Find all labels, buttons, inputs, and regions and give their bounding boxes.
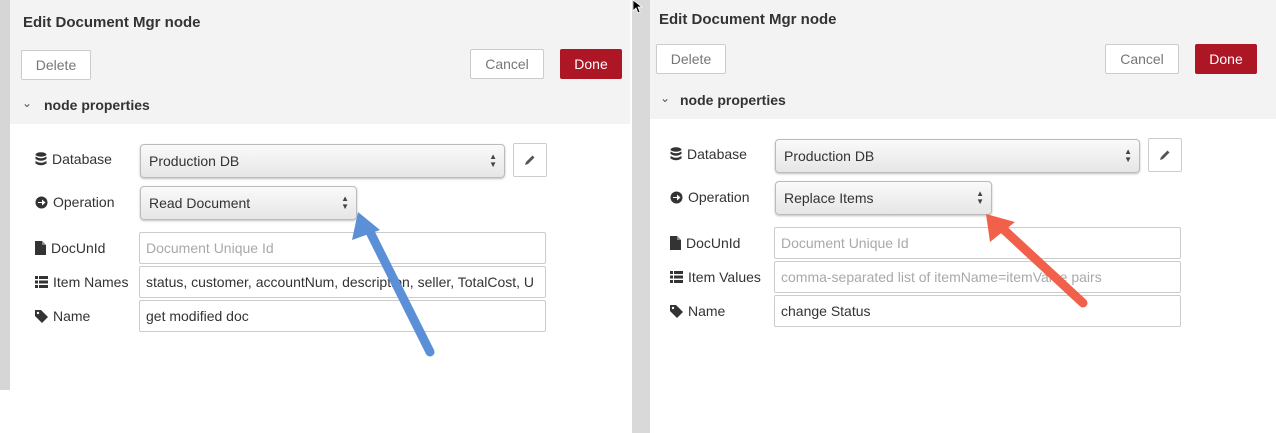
dialog-toolbar: Delete Cancel Done bbox=[650, 39, 1276, 82]
delete-button[interactable]: Delete bbox=[656, 44, 726, 74]
section-title: node properties bbox=[680, 92, 786, 108]
arrow-circle-right-icon bbox=[670, 191, 683, 203]
operation-label-text: Operation bbox=[688, 189, 750, 205]
item-values-label: Item Values bbox=[670, 269, 761, 285]
select-arrows-icon: ▲ ▼ bbox=[341, 194, 349, 211]
pencil-icon bbox=[525, 155, 535, 165]
name-label-text: Name bbox=[53, 308, 91, 324]
section-header-node-properties[interactable]: ⌄ node properties bbox=[650, 81, 1276, 119]
operation-label: Operation bbox=[670, 189, 749, 205]
database-label: Database bbox=[35, 151, 112, 167]
docunid-input[interactable]: Document Unique Id bbox=[139, 232, 546, 264]
done-button[interactable]: Done bbox=[1195, 44, 1257, 74]
dialog-header: Edit Document Mgr node bbox=[10, 0, 630, 45]
item-names-label: Item Names bbox=[35, 274, 128, 290]
select-arrows-icon: ▲ ▼ bbox=[1124, 147, 1132, 164]
database-select-value: Production DB bbox=[149, 153, 240, 169]
database-select-value: Production DB bbox=[784, 148, 875, 164]
edit-database-button[interactable] bbox=[1148, 138, 1182, 172]
operation-select[interactable]: Replace Items ▲ ▼ bbox=[775, 181, 992, 215]
operation-label: Operation bbox=[35, 194, 114, 210]
name-input[interactable]: get modified doc bbox=[139, 300, 546, 332]
list-icon bbox=[35, 276, 48, 288]
database-select[interactable]: Production DB ▲ ▼ bbox=[775, 139, 1140, 173]
workspace-background-right bbox=[632, 0, 650, 433]
section-header-node-properties[interactable]: ⌄ node properties bbox=[10, 86, 630, 124]
left-edit-dialog: Edit Document Mgr node Delete Cancel Don… bbox=[10, 0, 630, 433]
mouse-cursor-icon bbox=[633, 0, 643, 14]
dialog-title: Edit Document Mgr node bbox=[23, 14, 201, 31]
cancel-button[interactable]: Cancel bbox=[470, 49, 544, 79]
docunid-label: DocUnId bbox=[35, 240, 105, 256]
workspace-background-left bbox=[0, 0, 10, 390]
docunid-label-text: DocUnId bbox=[51, 240, 106, 256]
docunid-label-text: DocUnId bbox=[686, 235, 741, 251]
database-label: Database bbox=[670, 146, 747, 162]
pencil-icon bbox=[1160, 150, 1170, 160]
item-values-input[interactable]: comma-separated list of itemName=itemVal… bbox=[774, 261, 1181, 293]
file-icon bbox=[670, 236, 681, 250]
database-select[interactable]: Production DB ▲ ▼ bbox=[140, 144, 505, 178]
name-input[interactable]: change Status bbox=[774, 295, 1181, 327]
select-arrows-icon: ▲ ▼ bbox=[976, 189, 984, 206]
file-icon bbox=[35, 241, 46, 255]
item-values-label-text: Item Values bbox=[688, 269, 761, 285]
chevron-down-icon: ⌄ bbox=[22, 96, 33, 110]
select-arrows-icon: ▲ ▼ bbox=[489, 152, 497, 169]
section-title: node properties bbox=[44, 97, 150, 113]
name-label: Name bbox=[35, 308, 90, 324]
item-names-input[interactable]: status, customer, accountNum, descriptio… bbox=[139, 266, 546, 298]
name-label-text: Name bbox=[688, 303, 726, 319]
docunid-label: DocUnId bbox=[670, 235, 740, 251]
done-button[interactable]: Done bbox=[560, 49, 622, 79]
name-label: Name bbox=[670, 303, 725, 319]
list-icon bbox=[670, 271, 683, 283]
cancel-button[interactable]: Cancel bbox=[1105, 44, 1179, 74]
dialog-title: Edit Document Mgr node bbox=[659, 11, 837, 28]
database-label-text: Database bbox=[687, 146, 747, 162]
docunid-input[interactable]: Document Unique Id bbox=[774, 227, 1181, 259]
chevron-down-icon: ⌄ bbox=[660, 91, 671, 105]
arrow-circle-right-icon bbox=[35, 196, 48, 208]
tag-icon bbox=[670, 304, 683, 318]
operation-label-text: Operation bbox=[53, 194, 115, 210]
item-names-label-text: Item Names bbox=[53, 274, 129, 290]
operation-select-value: Replace Items bbox=[784, 190, 874, 206]
database-icon bbox=[35, 152, 47, 166]
dialog-header: Edit Document Mgr node bbox=[650, 0, 1276, 40]
database-label-text: Database bbox=[52, 151, 112, 167]
database-icon bbox=[670, 147, 682, 161]
operation-select-value: Read Document bbox=[149, 195, 251, 211]
dialog-toolbar: Delete Cancel Done bbox=[10, 44, 630, 87]
delete-button[interactable]: Delete bbox=[21, 50, 91, 80]
tag-icon bbox=[35, 309, 48, 323]
edit-database-button[interactable] bbox=[513, 143, 547, 177]
operation-select[interactable]: Read Document ▲ ▼ bbox=[140, 186, 357, 220]
right-edit-dialog: Edit Document Mgr node Delete Cancel Don… bbox=[650, 0, 1276, 433]
